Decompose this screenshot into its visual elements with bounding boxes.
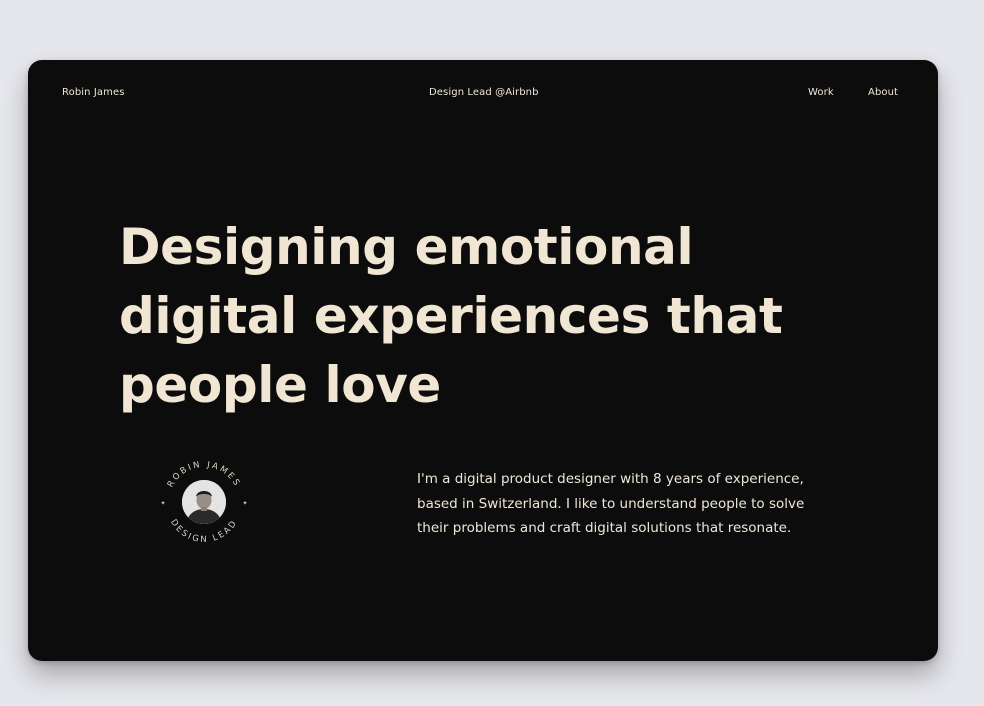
hero-card: Robin James Design Lead @Airbnb Work Abo… xyxy=(28,60,938,661)
nav-link-work[interactable]: Work xyxy=(808,87,834,98)
hero-headline: Designing emotional digital experiences … xyxy=(119,213,839,420)
role-tagline: Design Lead @Airbnb xyxy=(429,87,539,98)
brand-name[interactable]: Robin James xyxy=(62,87,125,98)
nav-link-about[interactable]: About xyxy=(868,87,898,98)
rotating-name-badge: ROBIN JAMES DESIGN LEAD ✦ ✦ xyxy=(155,453,253,551)
headline-line: people love xyxy=(119,356,441,414)
badge-star-icon: ✦ xyxy=(242,500,247,507)
headline-line: digital experiences that xyxy=(119,287,783,345)
bio-line: based in Switzerland. I like to understa… xyxy=(417,495,805,512)
bio-line: I'm a digital product designer with 8 ye… xyxy=(417,471,804,487)
avatar xyxy=(182,480,226,524)
badge-star-icon: ✦ xyxy=(160,500,165,507)
bio-paragraph: I'm a digital product designer with 8 ye… xyxy=(417,467,877,541)
headline-line: Designing emotional xyxy=(119,218,694,276)
portrait-icon xyxy=(182,480,226,524)
bio-line: their problems and craft digital solutio… xyxy=(417,520,792,536)
